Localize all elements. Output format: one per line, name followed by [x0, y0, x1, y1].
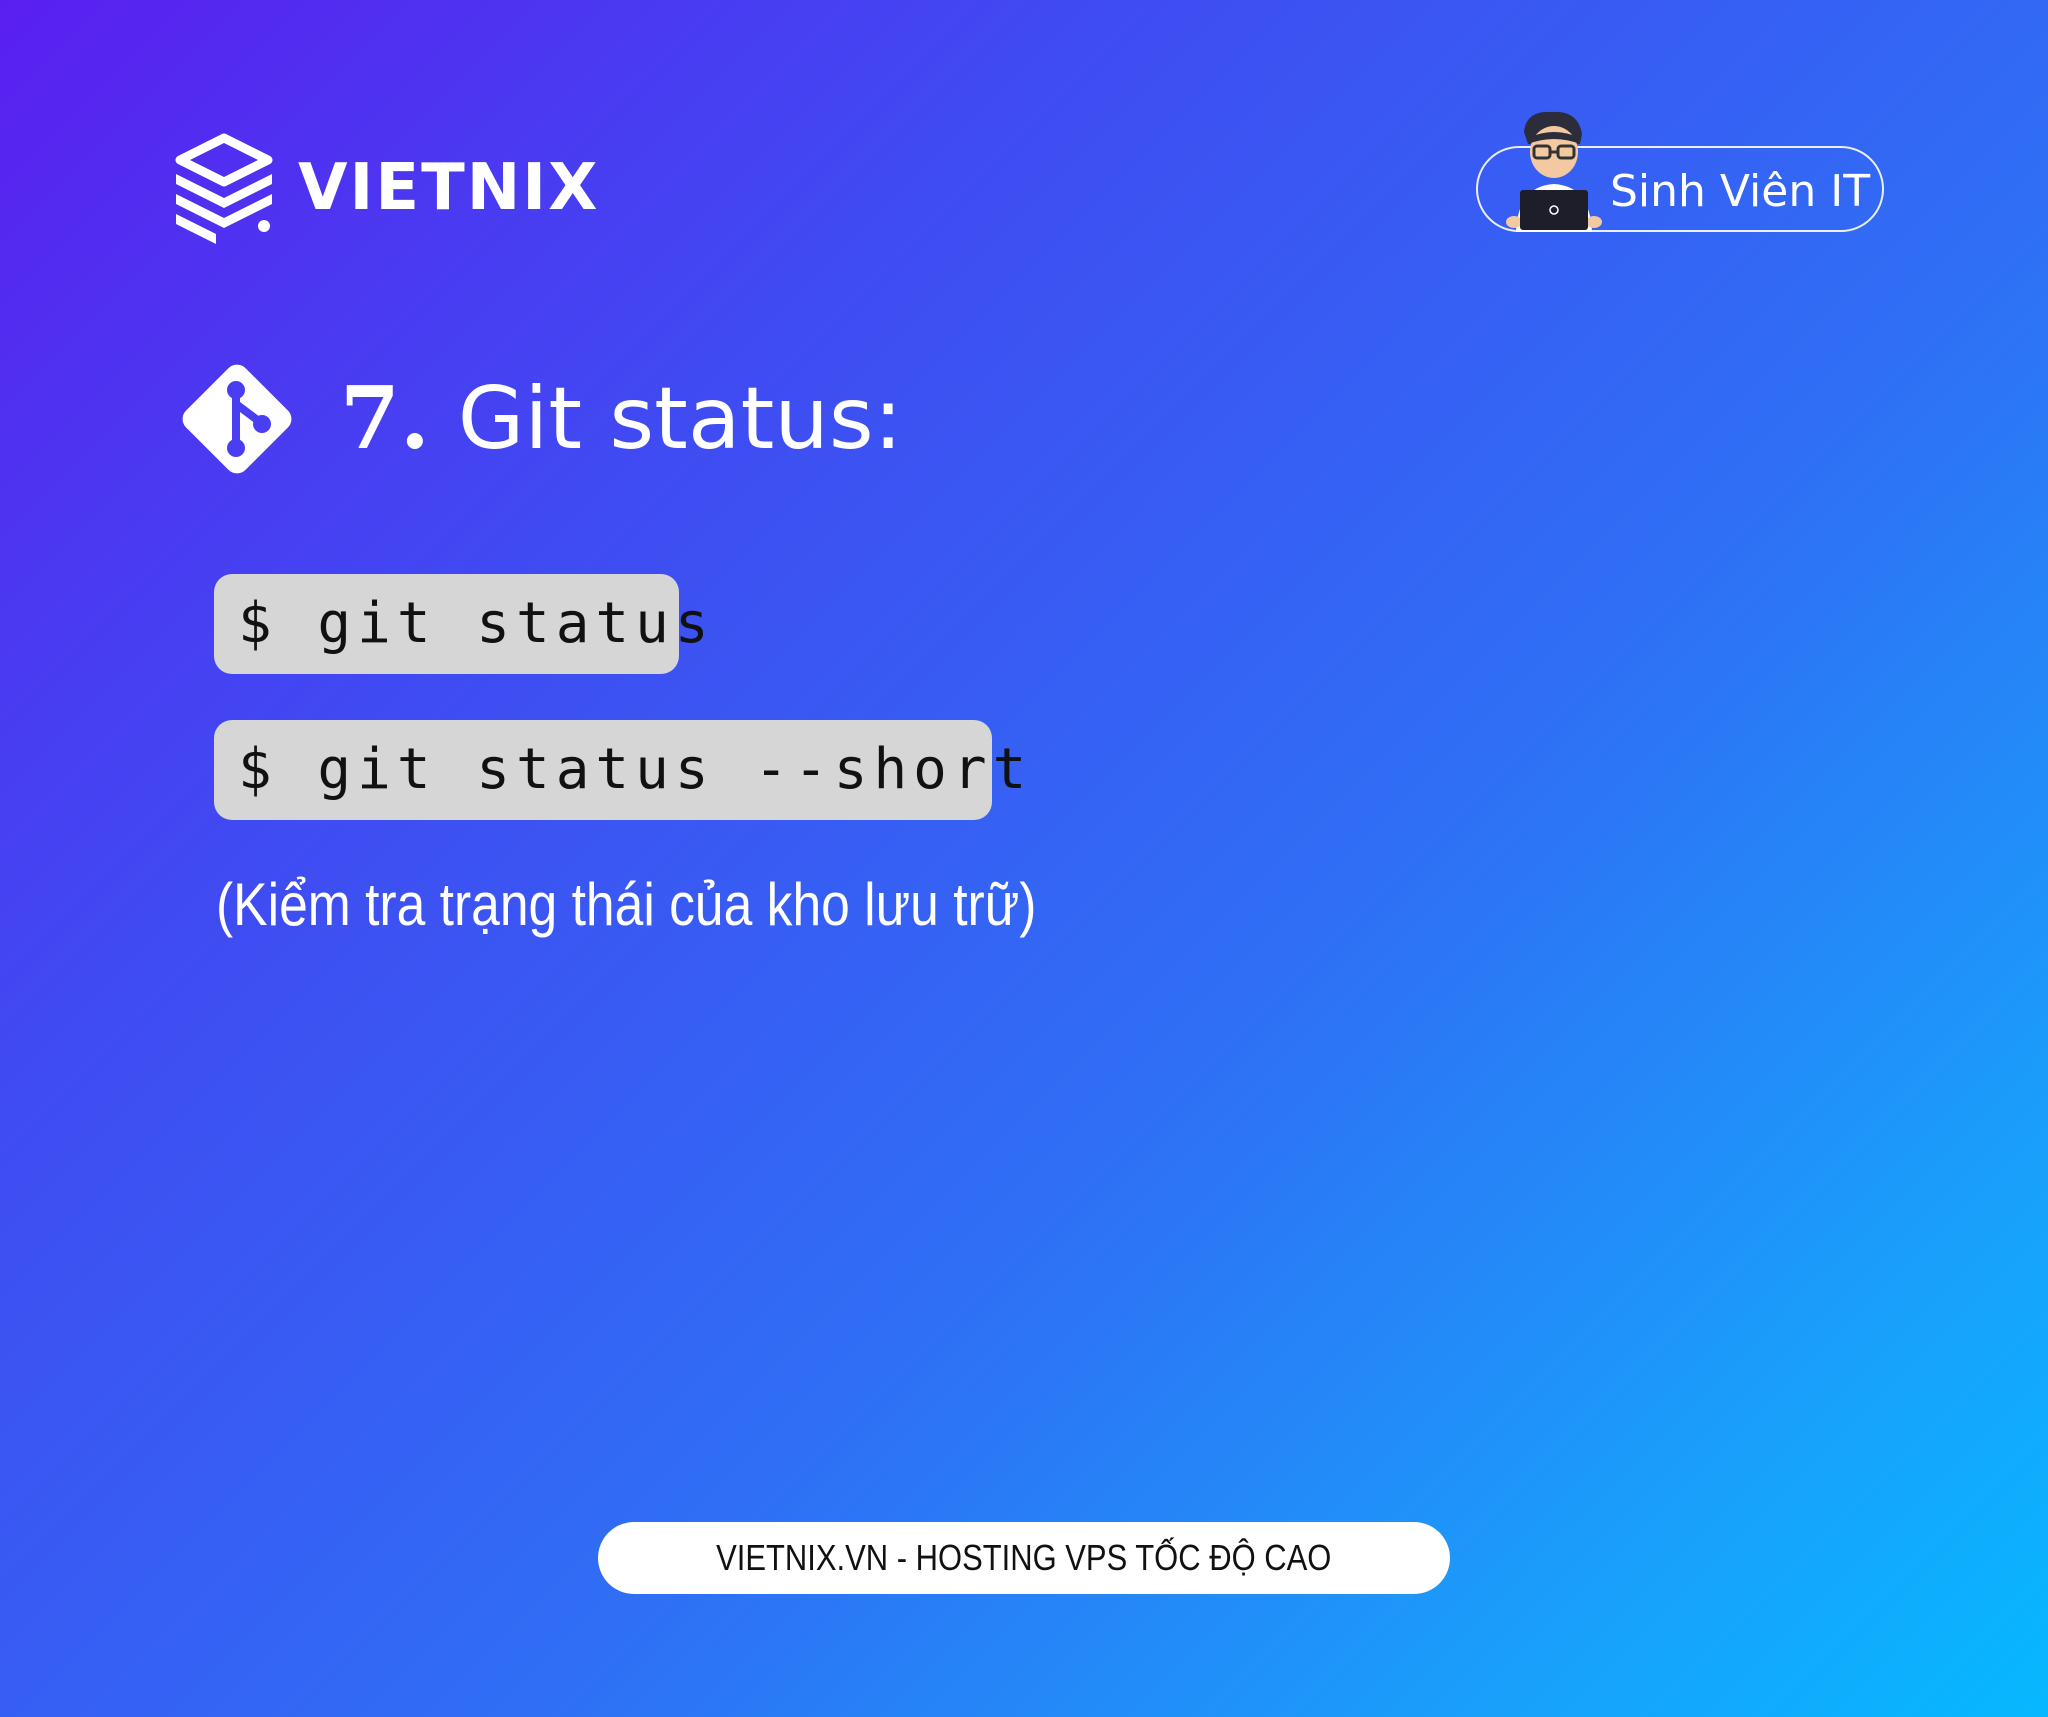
command-block-git-status-short: $ git status --short	[214, 720, 1026, 820]
heading-number: 7.	[340, 368, 430, 469]
stacked-layers-logo-icon	[175, 133, 273, 244]
brand-name: VIETNIX	[298, 151, 600, 225]
command-description: (Kiểm tra trạng thái của kho lưu trữ)	[216, 871, 1037, 938]
student-with-laptop-avatar-icon	[1506, 111, 1602, 232]
heading-title: Git status:	[457, 369, 903, 469]
command-block-git-status: $ git status	[214, 574, 709, 674]
section-heading: 7. Git status:	[170, 352, 903, 486]
git-logo-icon	[182, 364, 292, 474]
vietnix-logo: VIETNIX	[172, 132, 599, 244]
footer-pill: VIETNIX.VN - HOSTING VPS TỐC ĐỘ CAO	[598, 1522, 1450, 1594]
badge-label: Sinh Viên IT	[1610, 166, 1871, 217]
footer-text: VIETNIX.VN - HOSTING VPS TỐC ĐỘ CAO	[716, 1537, 1332, 1578]
